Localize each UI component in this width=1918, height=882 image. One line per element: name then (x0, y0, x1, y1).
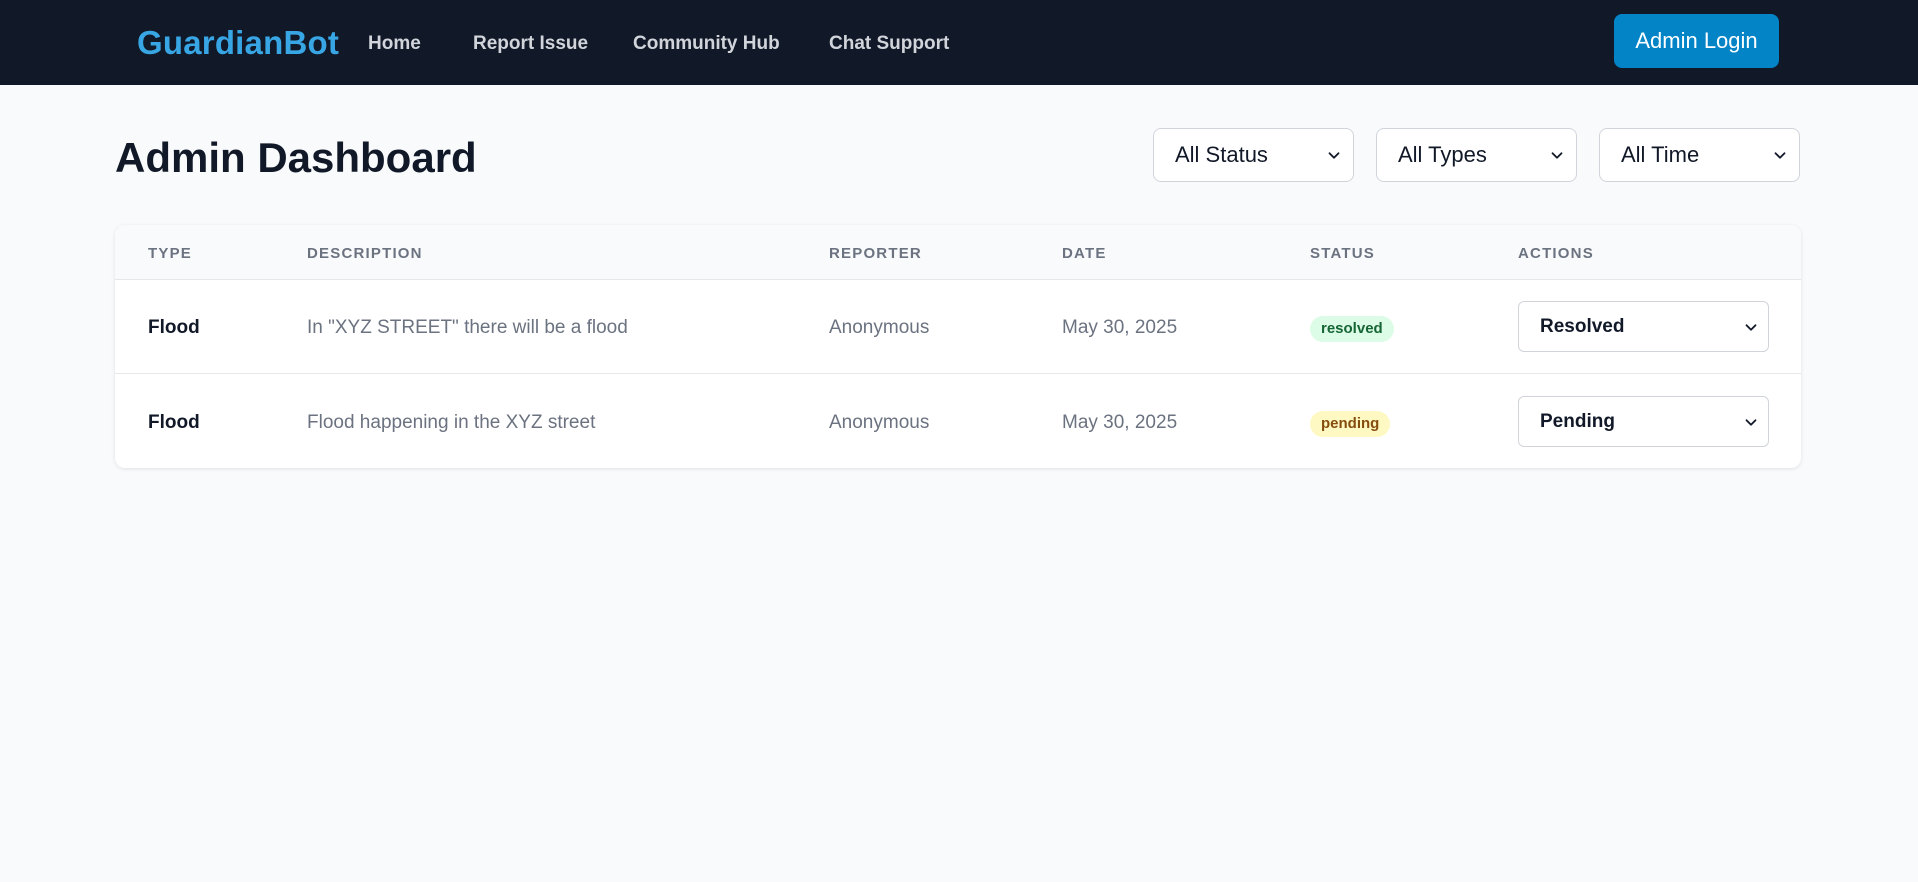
status-action-value: Pending (1540, 410, 1615, 432)
report-reporter: Anonymous (829, 412, 930, 433)
status-badge: resolved (1310, 316, 1394, 342)
type-filter-select[interactable]: All Types (1376, 128, 1577, 182)
chevron-down-icon (1774, 152, 1786, 159)
report-type: Flood (148, 317, 200, 338)
time-filter-value: All Time (1621, 142, 1700, 167)
column-header-date: DATE (1062, 245, 1107, 262)
type-filter-value: All Types (1398, 142, 1487, 167)
top-navbar: GuardianBot Home Report Issue Community … (0, 0, 1918, 85)
time-filter-select[interactable]: All Time (1599, 128, 1800, 182)
status-badge: pending (1310, 411, 1391, 437)
nav-link-report-issue[interactable]: Report Issue (473, 32, 588, 56)
brand-logo[interactable]: GuardianBot (137, 23, 339, 63)
nav-link-community-hub[interactable]: Community Hub (633, 32, 780, 56)
table-header: TYPE DESCRIPTION REPORTER DATE STATUS AC… (115, 225, 1801, 280)
column-header-status: STATUS (1310, 245, 1375, 262)
nav-link-home[interactable]: Home (368, 32, 421, 56)
report-type: Flood (148, 412, 200, 433)
report-description: Flood happening in the XYZ street (307, 412, 596, 433)
status-action-select[interactable]: Resolved (1518, 301, 1769, 352)
nav-link-chat-support[interactable]: Chat Support (829, 32, 949, 56)
report-description: In "XYZ STREET" there will be a flood (307, 317, 628, 338)
chevron-down-icon (1551, 152, 1563, 159)
table-row: Flood In "XYZ STREET" there will be a fl… (115, 280, 1801, 374)
chevron-down-icon (1745, 418, 1757, 426)
report-date: May 30, 2025 (1062, 317, 1178, 338)
column-header-reporter: REPORTER (829, 245, 922, 262)
report-reporter: Anonymous (829, 317, 930, 338)
chevron-down-icon (1745, 323, 1757, 331)
table-row: Flood Flood happening in the XYZ street … (115, 375, 1801, 468)
reports-table: TYPE DESCRIPTION REPORTER DATE STATUS AC… (115, 225, 1801, 468)
status-action-select[interactable]: Pending (1518, 396, 1769, 447)
column-header-actions: ACTIONS (1518, 245, 1594, 262)
status-filter-select[interactable]: All Status (1153, 128, 1354, 182)
admin-login-button[interactable]: Admin Login (1614, 14, 1779, 68)
chevron-down-icon (1328, 152, 1340, 159)
column-header-type: TYPE (148, 245, 192, 262)
status-filter-value: All Status (1175, 142, 1268, 167)
report-date: May 30, 2025 (1062, 412, 1178, 433)
page-title: Admin Dashboard (115, 134, 477, 181)
column-header-description: DESCRIPTION (307, 245, 423, 262)
status-action-value: Resolved (1540, 315, 1625, 337)
